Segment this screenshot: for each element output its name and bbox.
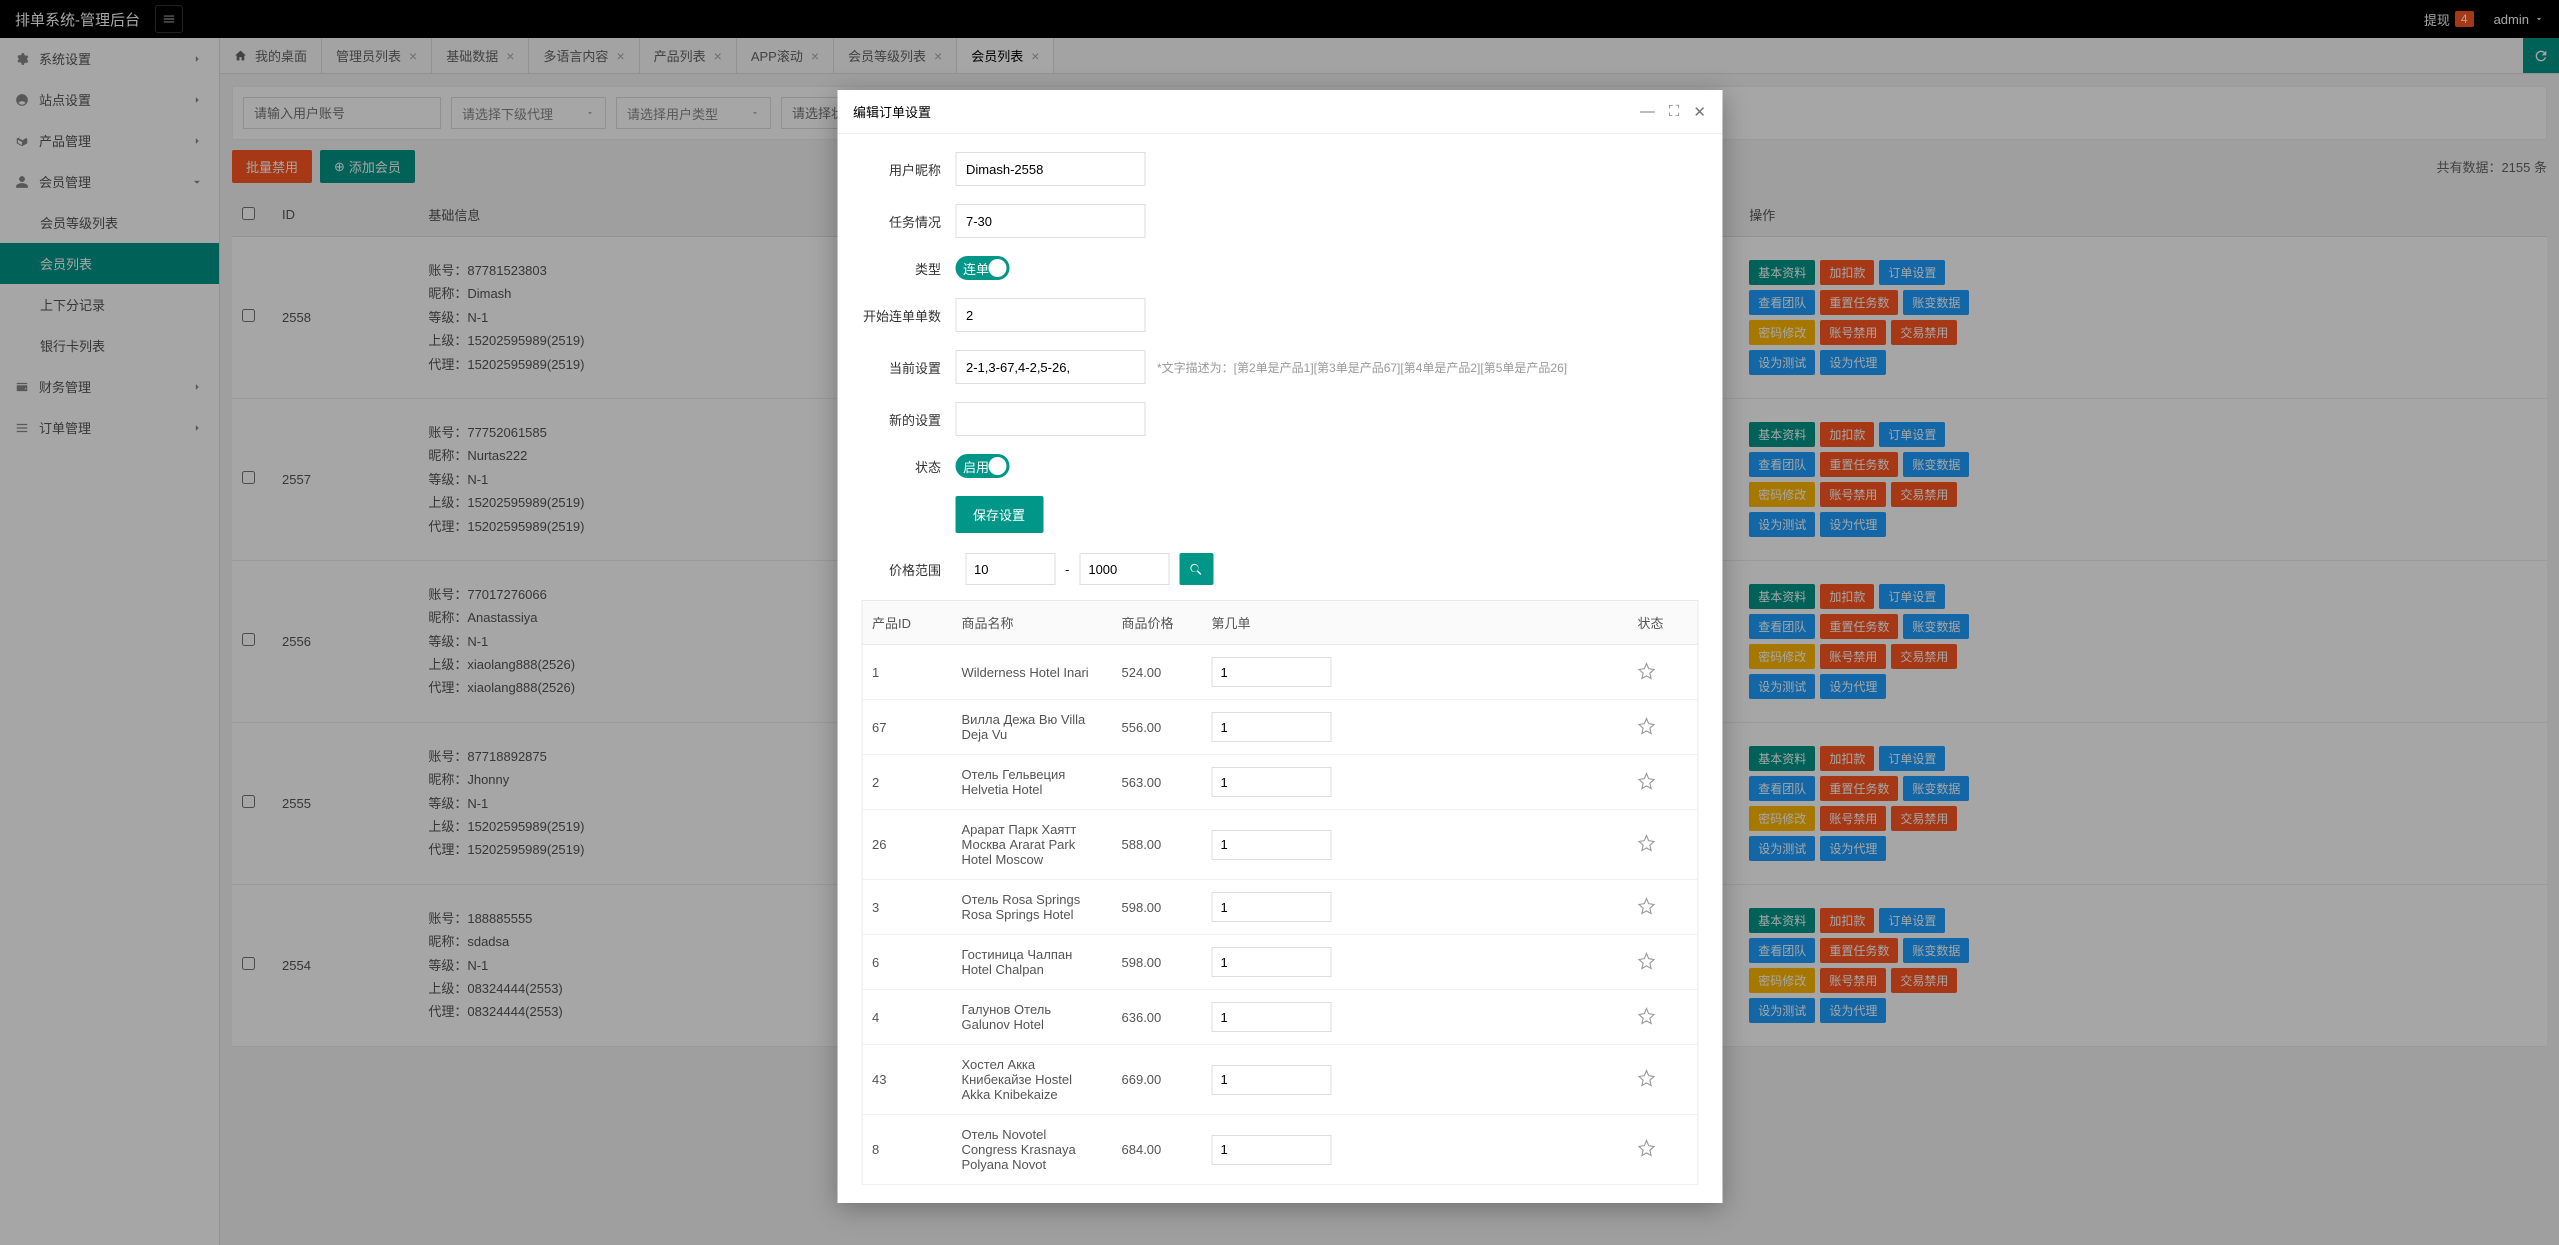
username-input[interactable]	[955, 152, 1145, 186]
pcol-id: 产品ID	[862, 601, 952, 645]
star-icon[interactable]	[1638, 1007, 1656, 1025]
current-label: 当前设置	[861, 358, 955, 377]
product-row: 8Отель Novotel Congress Krasnaya Polyana…	[862, 1115, 1698, 1185]
order-input[interactable]	[1212, 830, 1332, 860]
price-search-button[interactable]	[1179, 553, 1213, 585]
status-label: 状态	[861, 457, 955, 476]
new-label: 新的设置	[861, 410, 955, 429]
price-min-input[interactable]	[965, 553, 1055, 585]
save-button[interactable]: 保存设置	[955, 496, 1043, 533]
start-label: 开始连单单数	[861, 306, 955, 325]
search-icon	[1189, 562, 1204, 577]
pcol-order: 第几单	[1202, 601, 1628, 645]
start-input[interactable]	[955, 298, 1145, 332]
product-table: 产品ID 商品名称 商品价格 第几单 状态 1Wilderness Hotel …	[861, 600, 1698, 1185]
order-input[interactable]	[1212, 892, 1332, 922]
price-range-row: 价格范围 -	[861, 553, 1698, 585]
price-sep: -	[1065, 562, 1069, 577]
product-row: 6Гостиница Чалпан Hotel Chalpan598.00	[862, 935, 1698, 990]
star-icon[interactable]	[1638, 717, 1656, 735]
star-icon[interactable]	[1638, 834, 1656, 852]
star-icon[interactable]	[1638, 772, 1656, 790]
star-icon[interactable]	[1638, 662, 1656, 680]
product-row: 67Вилла Дежа Вю Villa Deja Vu556.00	[862, 700, 1698, 755]
product-row: 26Арарат Парк Хаятт Москва Ararat Park H…	[862, 810, 1698, 880]
task-label: 任务情况	[861, 212, 955, 231]
product-row: 4Галунов Отель Galunov Hotel636.00	[862, 990, 1698, 1045]
price-label: 价格范围	[861, 560, 955, 579]
star-icon[interactable]	[1638, 952, 1656, 970]
product-row: 3Отель Rosa Springs Rosa Springs Hotel59…	[862, 880, 1698, 935]
order-input[interactable]	[1212, 767, 1332, 797]
task-input[interactable]	[955, 204, 1145, 238]
type-switch[interactable]: 连单	[955, 256, 1009, 280]
pcol-name: 商品名称	[952, 601, 1112, 645]
close-icon[interactable]: ✕	[1693, 103, 1706, 121]
product-row: 2Отель Гельвеция Helvetia Hotel563.00	[862, 755, 1698, 810]
current-hint: *文字描述为：[第2单是产品1][第3单是产品67][第4单是产品2][第5单是…	[1157, 359, 1567, 376]
order-input[interactable]	[1212, 947, 1332, 977]
username-label: 用户昵称	[861, 160, 955, 179]
pcol-price: 商品价格	[1112, 601, 1202, 645]
modal-header: 编辑订单设置 — ⛶ ✕	[837, 90, 1722, 134]
star-icon[interactable]	[1638, 1139, 1656, 1157]
modal-body: 用户昵称 任务情况 类型连单 开始连单单数 当前设置 *文字描述为：[第2单是产品…	[837, 134, 1722, 1203]
pcol-status: 状态	[1628, 601, 1698, 645]
star-icon[interactable]	[1638, 897, 1656, 915]
modal-title: 编辑订单设置	[853, 102, 931, 121]
price-max-input[interactable]	[1079, 553, 1169, 585]
current-input[interactable]	[955, 350, 1145, 384]
type-label: 类型	[861, 259, 955, 278]
product-row: 43Хостел Акка Книбекайзе Hostel Akka Kni…	[862, 1045, 1698, 1115]
star-icon[interactable]	[1638, 1069, 1656, 1087]
order-input[interactable]	[1212, 1135, 1332, 1165]
order-input[interactable]	[1212, 1002, 1332, 1032]
new-input[interactable]	[955, 402, 1145, 436]
order-input[interactable]	[1212, 1065, 1332, 1095]
status-switch[interactable]: 启用	[955, 454, 1009, 478]
order-input[interactable]	[1212, 712, 1332, 742]
minimize-icon[interactable]: —	[1640, 103, 1655, 121]
order-input[interactable]	[1212, 657, 1332, 687]
product-row: 1Wilderness Hotel Inari524.00	[862, 645, 1698, 700]
maximize-icon[interactable]: ⛶	[1669, 103, 1680, 121]
order-settings-modal: 编辑订单设置 — ⛶ ✕ 用户昵称 任务情况 类型连单 开始连单单数 当前设置 *…	[837, 90, 1722, 1203]
